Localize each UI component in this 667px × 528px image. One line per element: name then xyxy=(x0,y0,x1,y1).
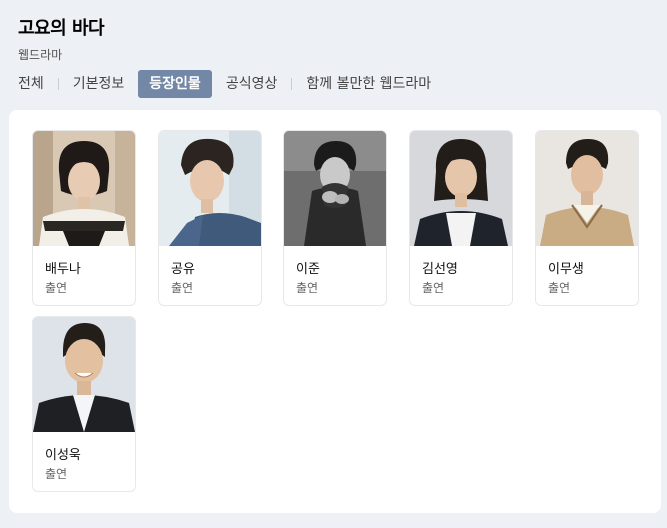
cast-photo xyxy=(410,131,512,246)
cast-role: 출연 xyxy=(296,281,319,295)
cast-photo xyxy=(536,131,638,246)
page-header: 고요의 바다 웹드라마 xyxy=(18,14,105,63)
tab-official-video[interactable]: 공식영상 xyxy=(226,70,278,98)
tab-cast[interactable]: 등장인물 xyxy=(138,70,212,98)
cast-role: 출연 xyxy=(45,467,68,481)
page-subtitle: 웹드라마 xyxy=(18,48,63,62)
cast-card[interactable]: 배두나 출연 xyxy=(32,130,136,306)
cast-role: 출연 xyxy=(171,281,194,295)
cast-role: 출연 xyxy=(422,281,445,295)
tab-bar: 전체 기본정보 등장인물 공식영상 함께 볼만한 웹드라마 xyxy=(18,70,431,98)
cast-card[interactable]: 김선영 출연 xyxy=(409,130,513,306)
page-title: 고요의 바다 xyxy=(18,18,105,39)
cast-name: 이준 xyxy=(296,262,320,277)
cast-name: 이성욱 xyxy=(45,448,81,463)
cast-panel: 배두나 출연 공유 출연 이준 출연 김선영 출연 이무생 출연 이성욱 출연 xyxy=(9,110,661,513)
cast-name: 김선영 xyxy=(422,262,458,277)
tab-divider xyxy=(291,78,293,90)
cast-card[interactable]: 이무생 출연 xyxy=(535,130,639,306)
tab-basic-info[interactable]: 기본정보 xyxy=(73,70,125,98)
cast-card[interactable]: 공유 출연 xyxy=(158,130,262,306)
cast-photo xyxy=(159,131,261,246)
tab-all[interactable]: 전체 xyxy=(18,70,44,98)
cast-photo xyxy=(33,131,135,246)
cast-name: 공유 xyxy=(171,262,195,277)
cast-photo xyxy=(284,131,386,246)
cast-card[interactable]: 이성욱 출연 xyxy=(32,316,136,492)
tab-divider xyxy=(57,78,59,90)
cast-role: 출연 xyxy=(45,281,68,295)
cast-name: 이무생 xyxy=(548,262,584,277)
cast-card[interactable]: 이준 출연 xyxy=(283,130,387,306)
tab-recommended[interactable]: 함께 볼만한 웹드라마 xyxy=(306,70,431,98)
cast-role: 출연 xyxy=(548,281,571,295)
cast-name: 배두나 xyxy=(45,262,81,277)
cast-photo xyxy=(33,317,135,432)
